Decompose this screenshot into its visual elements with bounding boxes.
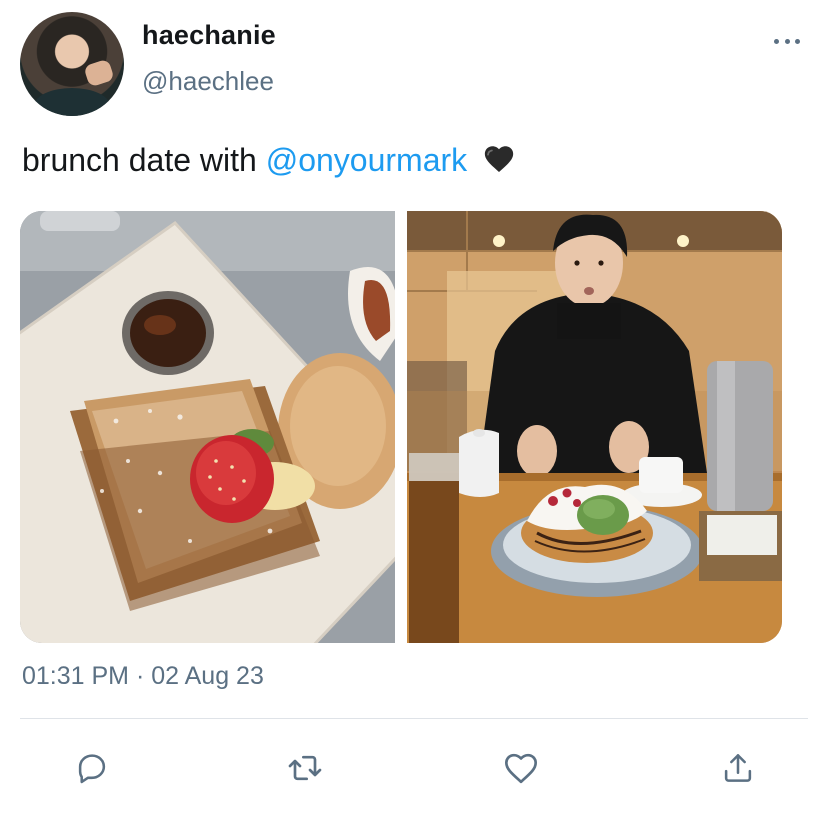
tweet-text: brunch date with @onyourmark — [22, 142, 516, 179]
retweet-icon — [288, 755, 322, 781]
timestamp-separator: · — [135, 662, 145, 690]
action-bar — [0, 742, 828, 794]
divider — [20, 718, 808, 719]
waffle-cafe-illustration — [407, 211, 782, 643]
more-dot — [774, 38, 779, 44]
tweet-date: 02 Aug 23 — [151, 662, 264, 690]
tweet-text-body: brunch date with — [22, 142, 266, 178]
tweet-timestamp[interactable]: 01:31 PM · 02 Aug 23 — [22, 662, 264, 691]
photo-person-waffle[interactable] — [407, 211, 782, 643]
photo-french-toast[interactable] — [20, 211, 395, 643]
avatar-hand — [83, 58, 115, 88]
tweet-time: 01:31 PM — [22, 662, 130, 690]
avatar-shirt — [34, 88, 110, 116]
share-icon — [724, 754, 752, 782]
french-toast-illustration — [20, 211, 395, 643]
like-button[interactable] — [495, 742, 547, 794]
like-icon — [505, 753, 537, 784]
avatar[interactable] — [20, 12, 124, 116]
user-handle[interactable]: @haechlee — [142, 66, 274, 97]
share-button[interactable] — [712, 742, 764, 794]
retweet-button[interactable] — [279, 742, 331, 794]
reply-button[interactable] — [66, 742, 118, 794]
mention-link[interactable]: @onyourmark — [266, 142, 467, 178]
more-options-icon[interactable] — [774, 36, 800, 46]
more-dot — [795, 38, 800, 44]
display-name[interactable]: haechanie — [142, 20, 276, 51]
media-grid — [20, 211, 782, 643]
black-heart-emoji-icon — [484, 146, 514, 173]
reply-icon — [78, 754, 106, 784]
more-dot — [784, 38, 790, 44]
